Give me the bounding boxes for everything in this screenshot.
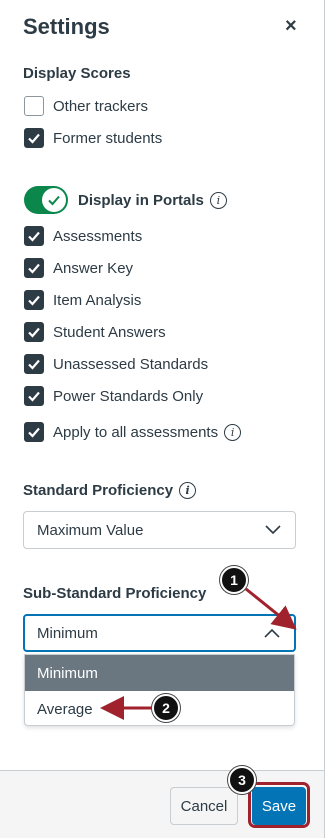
cancel-button[interactable]: Cancel — [170, 787, 238, 825]
standard-proficiency-select[interactable]: Maximum Value — [23, 511, 296, 549]
panel-title: Settings — [23, 14, 110, 39]
sub-standard-proficiency-select[interactable]: Minimum — [23, 614, 296, 652]
checkmark-icon — [28, 327, 40, 338]
check-icon — [48, 195, 60, 206]
student-answers-checkbox[interactable]: Student Answers — [24, 321, 166, 343]
checkbox-box[interactable] — [24, 96, 44, 116]
info-icon[interactable]: i — [209, 191, 227, 209]
callout-2: 2 — [152, 694, 180, 722]
checkbox-label: Apply to all assessments — [53, 423, 219, 441]
toggle-knob — [42, 188, 66, 212]
checkbox-label: Unassessed Standards — [53, 355, 209, 373]
callout-3: 3 — [228, 766, 256, 794]
checkbox-box[interactable] — [24, 290, 44, 310]
checkbox-box[interactable] — [24, 226, 44, 246]
checkbox-label: Answer Key — [53, 259, 134, 277]
other-trackers-checkbox[interactable]: Other trackers — [24, 95, 148, 117]
display-in-portals-label: Display in Portals — [78, 191, 204, 209]
checkbox-label: Power Standards Only — [53, 387, 204, 405]
info-icon[interactable]: i — [179, 482, 197, 499]
sub-standard-proficiency-label: Sub-Standard Proficiency — [23, 585, 207, 602]
checkmark-icon — [28, 359, 40, 370]
chevron-up-icon — [264, 628, 280, 638]
checkbox-box[interactable] — [24, 354, 44, 374]
apply-to-all-assessments-checkbox[interactable]: Apply to all assessments i — [24, 421, 242, 443]
dropdown-option-minimum[interactable]: Minimum — [25, 655, 294, 691]
checkbox-box[interactable] — [24, 322, 44, 342]
unassessed-standards-checkbox[interactable]: Unassessed Standards — [24, 353, 208, 375]
checkbox-box[interactable] — [24, 128, 44, 148]
checkbox-label: Former students — [53, 129, 163, 147]
checkbox-label: Student Answers — [53, 323, 166, 341]
settings-panel: Settings × Display Scores Other trackers… — [0, 0, 325, 838]
checkbox-label: Item Analysis — [53, 291, 142, 309]
callout-1: 1 — [220, 566, 248, 594]
checkbox-label: Other trackers — [53, 97, 149, 115]
display-in-portals-toggle[interactable] — [24, 186, 68, 214]
checkbox-box[interactable] — [24, 422, 44, 442]
checkmark-icon — [28, 427, 40, 438]
checkbox-box[interactable] — [24, 258, 44, 278]
info-icon[interactable]: i — [224, 423, 242, 441]
checkmark-icon — [28, 391, 40, 402]
chevron-down-icon — [265, 525, 281, 535]
checkbox-label: Assessments — [53, 227, 143, 245]
checkmark-icon — [28, 295, 40, 306]
power-standards-only-checkbox[interactable]: Power Standards Only — [24, 385, 203, 407]
select-value: Minimum — [37, 624, 98, 642]
checkbox-box[interactable] — [24, 386, 44, 406]
checkmark-icon — [28, 263, 40, 274]
standard-proficiency-heading: Standard Proficiency i — [23, 482, 197, 499]
display-scores-label: Display Scores — [23, 65, 131, 82]
display-in-portals-toggle-row: Display in Portals i — [24, 186, 227, 214]
checkmark-icon — [28, 231, 40, 242]
standard-proficiency-label: Standard Proficiency — [23, 482, 174, 499]
select-value: Maximum Value — [37, 521, 144, 539]
close-icon[interactable]: × — [285, 16, 297, 36]
assessments-checkbox[interactable]: Assessments — [24, 225, 142, 247]
item-analysis-checkbox[interactable]: Item Analysis — [24, 289, 141, 311]
save-highlight-box — [248, 782, 310, 828]
checkmark-icon — [28, 133, 40, 144]
answer-key-checkbox[interactable]: Answer Key — [24, 257, 133, 279]
former-students-checkbox[interactable]: Former students — [24, 127, 162, 149]
